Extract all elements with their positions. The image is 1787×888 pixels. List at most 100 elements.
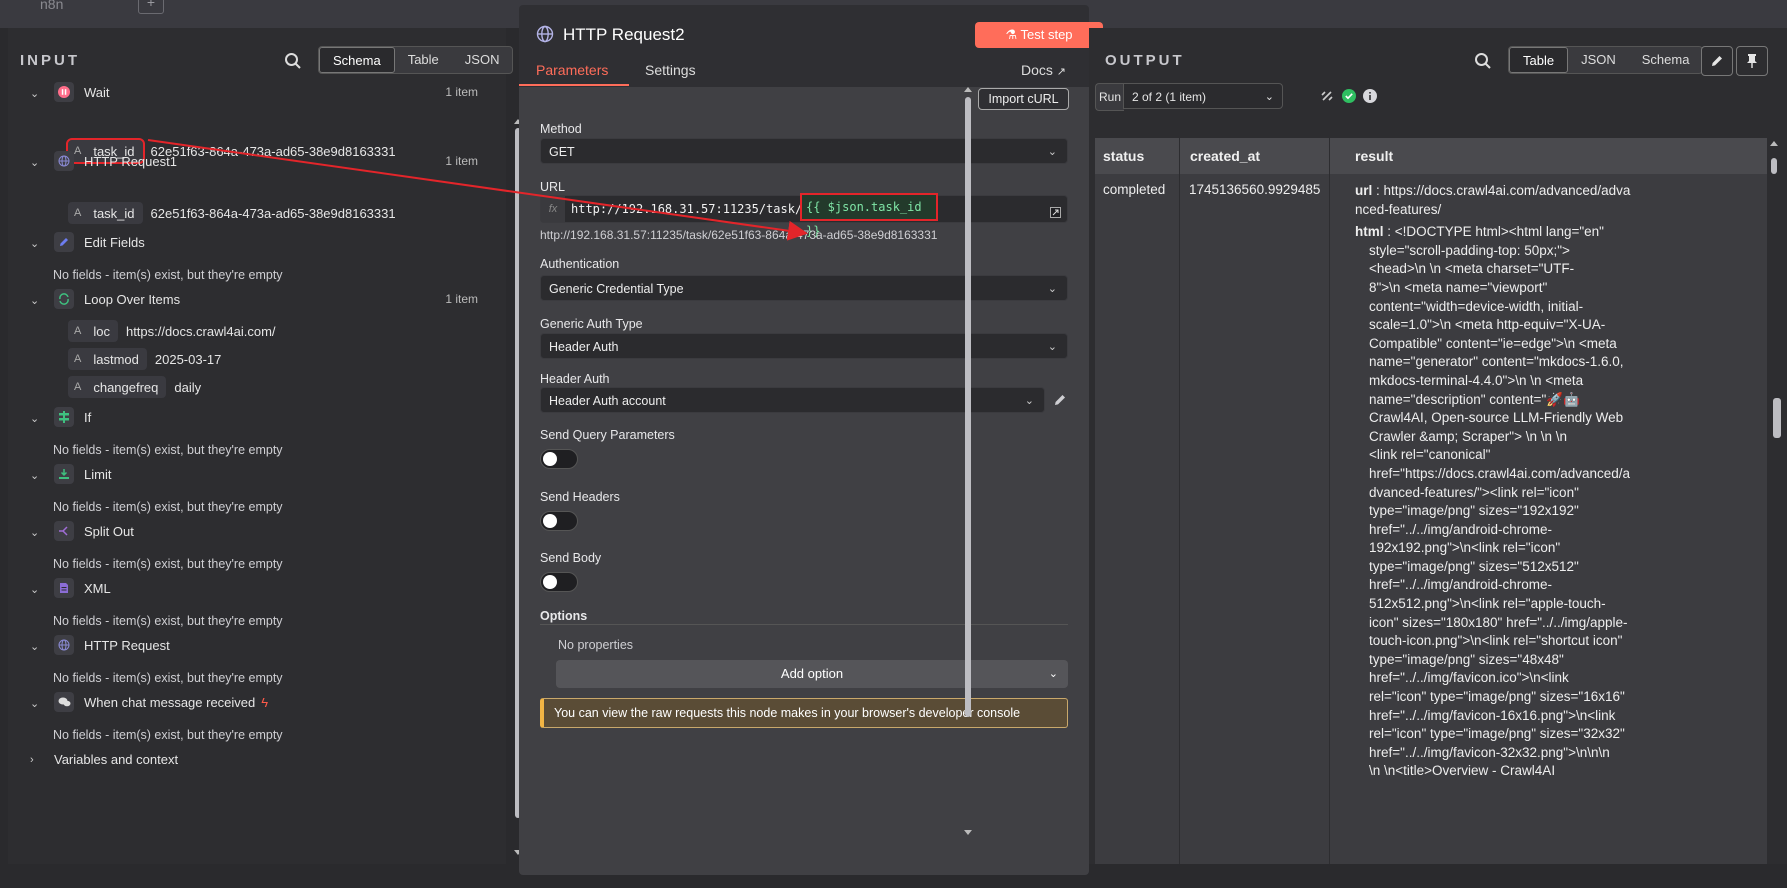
chevron-down-icon[interactable]: ⌄: [30, 156, 40, 169]
send-headers-toggle[interactable]: [540, 511, 578, 531]
field-lastmod[interactable]: Alastmod 2025-03-17: [68, 348, 221, 370]
node-row-http-request1[interactable]: ⌄ HTTP Request1 1 item: [8, 150, 498, 172]
generic-auth-type-select[interactable]: Header Auth ⌄: [540, 333, 1068, 359]
chevron-down-icon[interactable]: ⌄: [30, 526, 40, 539]
node-row-split-out[interactable]: ⌄ Split Out: [8, 520, 498, 542]
field-changefreq[interactable]: Achangefreq daily: [68, 376, 201, 398]
tab-settings[interactable]: Settings: [645, 62, 696, 78]
result-html-line: name="generator" content="mkdocs-1.6.0,: [1369, 354, 1624, 370]
docs-link[interactable]: Docs ↗: [1021, 62, 1066, 78]
input-tab-table[interactable]: Table: [395, 47, 452, 73]
node-row-chat-trigger[interactable]: ⌄ When chat message received ϟ: [8, 691, 498, 713]
empty-message: No fields - item(s) exist, but they're e…: [53, 557, 283, 571]
chevron-down-icon[interactable]: ⌄: [30, 87, 40, 100]
parameters-scrollbar[interactable]: [962, 85, 974, 865]
node-row-loop-over-items[interactable]: ⌄ Loop Over Items 1 item: [8, 288, 498, 310]
unlink-icon[interactable]: [1320, 89, 1334, 103]
chevron-down-icon[interactable]: ⌄: [30, 697, 40, 710]
chevron-right-icon[interactable]: ›: [30, 754, 40, 766]
field-pill[interactable]: Alastmod: [68, 348, 147, 370]
item-count: 1 item: [445, 154, 478, 168]
field-value: 62e51f63-864a-473a-ad65-38e9d8163331: [150, 205, 396, 221]
expression-fx-icon: fx: [541, 196, 565, 222]
node-row-if[interactable]: ⌄ If: [8, 406, 498, 428]
cell-created-at: 1745136560.9929485: [1189, 182, 1321, 197]
chevron-down-icon[interactable]: ⌄: [30, 237, 40, 250]
result-html-line: Crawler &amp; Scraper"> \n \n \n: [1369, 428, 1567, 444]
run-select[interactable]: 2 of 2 (1 item) ⌄: [1123, 83, 1283, 109]
node-name: Loop Over Items: [84, 291, 181, 307]
output-tab-json[interactable]: JSON: [1568, 47, 1629, 73]
field-pill[interactable]: Atask_id: [68, 202, 143, 224]
chevron-down-icon[interactable]: ⌄: [30, 294, 40, 307]
edit-output-button[interactable]: [1701, 46, 1733, 76]
info-icon[interactable]: [1363, 89, 1377, 103]
pin-data-button[interactable]: [1736, 46, 1768, 76]
add-tag-button[interactable]: +: [138, 0, 164, 14]
variables-and-context[interactable]: › Variables and context: [8, 748, 498, 770]
output-tab-table[interactable]: Table: [1509, 47, 1569, 73]
field-pill[interactable]: Aloc: [68, 320, 118, 342]
output-scrollbar[interactable]: [1767, 138, 1781, 864]
add-option-button[interactable]: Add option ⌄: [556, 660, 1068, 688]
authentication-select[interactable]: Generic Credential Type ⌄: [540, 275, 1068, 301]
result-html-line: \n \n<title>Overview - Crawl4AI: [1369, 763, 1556, 779]
chevron-down-icon[interactable]: ⌄: [30, 583, 40, 596]
field-loc[interactable]: Aloc https://docs.crawl4ai.com/: [68, 320, 276, 342]
test-step-button[interactable]: ⚗ Test step: [975, 22, 1103, 48]
node-title[interactable]: HTTP Request2: [563, 25, 685, 45]
result-html-line: mkdocs-terminal-4.4.0">\n \n <meta: [1369, 372, 1584, 388]
result-html: html : <!DOCTYPE html><html lang="en" st…: [1355, 223, 1665, 781]
empty-message: No fields - item(s) exist, but they're e…: [53, 728, 283, 742]
result-url: url : https://docs.crawl4ai.com/advanced…: [1355, 183, 1631, 217]
output-tab-schema[interactable]: Schema: [1629, 47, 1703, 73]
node-name: Wait: [84, 84, 110, 100]
node-name: HTTP Request: [84, 637, 170, 653]
edit-credential-pencil-icon[interactable]: [1052, 392, 1068, 408]
test-step-label: Test step: [1020, 27, 1073, 42]
node-row-limit[interactable]: ⌄ Limit: [8, 463, 498, 485]
node-name: XML: [84, 580, 111, 596]
field-pill[interactable]: Achangefreq: [68, 376, 167, 398]
send-query-toggle[interactable]: [540, 449, 578, 469]
input-title: INPUT: [20, 52, 80, 69]
field-task-id[interactable]: Atask_id 62e51f63-864a-473a-ad65-38e9d81…: [68, 202, 396, 224]
chevron-down-icon[interactable]: ⌄: [30, 469, 40, 482]
node-row-xml[interactable]: ⌄ XML: [8, 577, 498, 599]
cell-status: completed: [1103, 182, 1166, 197]
node-row-wait[interactable]: ⌄ Wait 1 item: [8, 81, 498, 103]
result-html-line: href="../../img/favicon-16x16.png">\n<li…: [1369, 707, 1616, 723]
search-icon[interactable]: [284, 52, 302, 70]
send-body-toggle[interactable]: [540, 572, 578, 592]
chevron-down-icon[interactable]: ⌄: [30, 640, 40, 653]
string-type-icon: A: [74, 353, 82, 365]
node-row-edit-fields[interactable]: ⌄ Edit Fields: [8, 231, 498, 253]
input-tab-json[interactable]: JSON: [452, 47, 513, 73]
import-curl-button[interactable]: Import cURL: [978, 88, 1069, 110]
string-type-icon: A: [74, 207, 82, 219]
tab-parameters[interactable]: Parameters: [536, 62, 608, 78]
node-parameters-panel: HTTP Request2 ⚗ Test step Parameters Set…: [519, 5, 1103, 875]
file-icon: [54, 578, 74, 598]
chevron-down-icon[interactable]: ⌄: [30, 412, 40, 425]
result-html-line: icon" sizes="180x180" href="../../img/ap…: [1369, 614, 1628, 630]
result-html-line: Compatible" content="ie=edge">\n <meta: [1369, 335, 1617, 351]
result-html-line: href="../../img/favicon-32x32.png">\n\n\…: [1369, 744, 1610, 760]
node-row-http-request[interactable]: ⌄ HTTP Request: [8, 634, 498, 656]
search-icon[interactable]: [1474, 52, 1492, 70]
string-type-icon: A: [74, 325, 82, 337]
method-select[interactable]: GET ⌄: [540, 138, 1068, 164]
result-html-line: content="width=device-width, initial-: [1369, 298, 1584, 314]
variables-label: Variables and context: [54, 751, 179, 767]
expand-icon[interactable]: [1050, 207, 1061, 218]
chevron-down-icon: ⌄: [1047, 341, 1057, 353]
url-input[interactable]: fx http://192.168.31.57:11235/task/ {{ $…: [540, 193, 1068, 238]
result-html-line: type="image/png" sizes="192x192": [1369, 503, 1579, 519]
field-value: https://docs.crawl4ai.com/: [125, 323, 276, 339]
external-link-icon: ↗: [1056, 66, 1067, 78]
input-tab-schema[interactable]: Schema: [319, 47, 395, 73]
result-html-line: href="https://docs.crawl4ai.com/advanced…: [1369, 465, 1631, 481]
url-expression[interactable]: {{ $json.task_id }}: [800, 193, 938, 238]
result-html-line: touch-icon.png">\n<link rel="shortcut ic…: [1369, 633, 1623, 649]
loop-icon: [54, 289, 74, 309]
